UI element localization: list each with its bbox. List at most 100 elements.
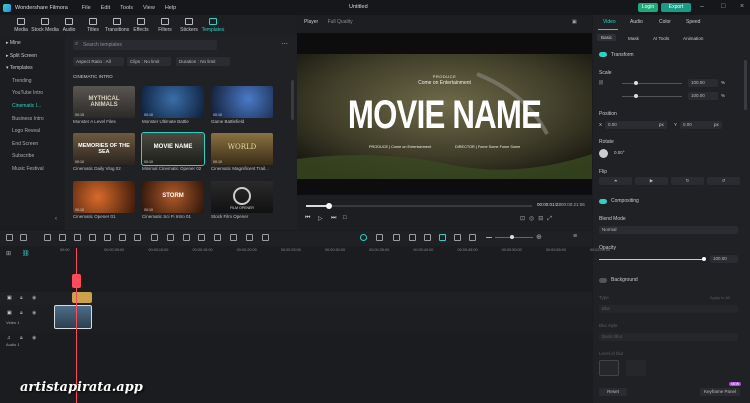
more-tools-icon[interactable] — [262, 234, 269, 241]
tool-stickers[interactable]: Stickers — [177, 15, 201, 37]
keyframe-panel-button[interactable]: Keyframe Panel — [700, 388, 740, 396]
playback-progress-bar[interactable] — [306, 203, 532, 209]
ai-tool-icon[interactable] — [439, 234, 446, 241]
tool-media[interactable]: Media — [9, 15, 33, 37]
tool-transitions[interactable]: Transitions — [105, 15, 129, 37]
flip-vertical-button[interactable]: ▶ — [635, 177, 668, 185]
scale-y-input[interactable]: 100.00 — [688, 92, 718, 100]
compositing-toggle[interactable] — [599, 199, 607, 204]
tool-templates[interactable]: Templates — [201, 15, 225, 37]
template-card[interactable]: 00:10 Game Battlefield — [211, 86, 273, 124]
timeline-ruler[interactable]: 00:00 00:00:05:00 00:00:10:00 00:00:15:00 00… — [60, 248, 610, 256]
close-icon[interactable]: × — [740, 3, 744, 10]
rotate-ccw-button[interactable]: ↺ — [707, 177, 740, 185]
inspector-scrollbar[interactable] — [744, 60, 747, 110]
redo-icon[interactable] — [59, 234, 66, 241]
stabilize-icon[interactable] — [214, 234, 221, 241]
menu-help[interactable]: Help — [165, 5, 176, 11]
lock-icon[interactable]: 🔒︎ — [20, 295, 23, 301]
player-extra-controls[interactable]: ⊡◎⊟⤢ — [520, 215, 556, 223]
sidebar-item-business-intro[interactable]: Business Intro — [0, 113, 65, 126]
sidebar-item-templates[interactable]: ▾ Templates — [0, 62, 65, 75]
more-options-icon[interactable]: ⋯ — [281, 40, 288, 48]
shield-icon[interactable] — [393, 234, 400, 241]
menu-view[interactable]: View — [143, 5, 155, 11]
sidebar-item-music-festival[interactable]: Music Festival — [0, 163, 65, 176]
link-clips-icon[interactable]: ⛓ — [22, 250, 30, 257]
eye-icon[interactable]: ◉ — [32, 310, 36, 316]
filter-aspect-ratio[interactable]: Aspect Ratio : All — [73, 57, 124, 66]
speaker-icon[interactable]: ◉ — [32, 335, 36, 341]
tab-color[interactable]: Color — [659, 19, 671, 25]
undo-icon[interactable] — [44, 234, 51, 241]
lock-icon[interactable]: 🔒︎ — [20, 310, 23, 316]
timeline-zoom-slider[interactable] — [495, 235, 533, 239]
fit-icon[interactable] — [469, 234, 476, 241]
voiceover-icon[interactable] — [424, 234, 431, 241]
playhead-handle[interactable] — [72, 274, 81, 288]
video-clip[interactable] — [54, 305, 92, 329]
sidebar-item-logo-reveal[interactable]: Logo Reveal — [0, 125, 65, 138]
flip-horizontal-button[interactable]: ⏶ — [599, 177, 632, 185]
prev-frame-icon[interactable]: ⏮ — [305, 215, 310, 222]
tool-stock-media[interactable]: Stock Media — [31, 15, 59, 37]
layout-icon[interactable] — [6, 234, 13, 241]
tool-titles[interactable]: Titles — [81, 15, 105, 37]
zoom-icon[interactable] — [151, 234, 158, 241]
crop-icon[interactable] — [104, 234, 111, 241]
subtab-basic[interactable]: Basic — [597, 34, 617, 41]
eye-icon[interactable]: ◉ — [32, 295, 36, 301]
tool-effects[interactable]: Effects — [129, 15, 153, 37]
blur-level-preset[interactable] — [626, 360, 646, 376]
template-card[interactable]: WORLD 00:10 Cinematic Magnificent Trail.… — [211, 133, 273, 171]
sidebar-item-subscribe[interactable]: Subscribe — [0, 150, 65, 163]
zoom-in-icon[interactable]: ⊕ — [536, 233, 542, 241]
color-icon[interactable] — [167, 234, 174, 241]
collapse-sidebar-icon[interactable]: ‹ — [55, 216, 57, 222]
minimize-icon[interactable]: – — [700, 3, 704, 10]
ai-icon[interactable] — [246, 234, 253, 241]
sidebar-item-cinematic-intro[interactable]: Cinematic I... — [0, 100, 65, 113]
tab-speed[interactable]: Speed — [686, 19, 700, 25]
subtab-mask[interactable]: Mask — [628, 36, 639, 41]
add-track-icon[interactable] — [20, 234, 27, 241]
mic-icon[interactable] — [409, 234, 416, 241]
add-track-button-icon[interactable]: ⊞ — [6, 250, 11, 257]
filter-duration[interactable]: Duration : No limit — [176, 57, 230, 66]
template-card[interactable]: FILM OPENER Stock Film Opener — [211, 181, 273, 219]
subtab-animation[interactable]: Animation — [683, 36, 703, 41]
progress-handle[interactable] — [325, 203, 332, 209]
transform-toggle[interactable] — [599, 52, 607, 57]
login-button[interactable]: Login — [638, 3, 658, 12]
rotate-cw-button[interactable]: ↻ — [671, 177, 704, 185]
reset-button[interactable]: Reset — [599, 388, 627, 396]
library-scrollbar[interactable] — [291, 80, 294, 120]
maximize-icon[interactable]: □ — [721, 3, 725, 10]
tab-audio[interactable]: Audio — [630, 19, 643, 25]
tool-audio[interactable]: Audio — [57, 15, 81, 37]
sidebar-item-trending[interactable]: Trending — [0, 75, 65, 88]
timeline-settings-icon[interactable]: ≡ — [573, 233, 577, 240]
menu-tools[interactable]: Tools — [120, 5, 133, 11]
apply-to-all-button[interactable]: Apply to All — [710, 295, 730, 300]
sidebar-item-split-screen[interactable]: ▸ Split Screen — [0, 50, 65, 63]
render-icon[interactable] — [360, 234, 367, 241]
rotate-value[interactable]: 0.00° — [614, 150, 625, 155]
template-card[interactable]: 00:10 Monster Ultimate Battle — [142, 86, 204, 124]
filter-clips[interactable]: Clips : No limit — [127, 57, 171, 66]
rotate-icon[interactable] — [134, 234, 141, 241]
menu-edit[interactable]: Edit — [101, 5, 110, 11]
split-icon[interactable] — [89, 234, 96, 241]
template-card[interactable]: 00:10 Cinematic Opener 01 — [73, 181, 135, 219]
menu-file[interactable]: File — [82, 5, 91, 11]
template-card[interactable]: MEMORIES OF THE SEA 00:10 Cinematic Dail… — [73, 133, 135, 171]
blur-style-dropdown[interactable]: Basic Blur — [599, 333, 738, 341]
scale-x-input[interactable]: 100.00 — [688, 79, 718, 87]
marker-icon[interactable] — [454, 234, 461, 241]
template-card[interactable]: MYTHICAL ANIMALS 00:15 Monster A Level F… — [73, 86, 135, 124]
background-type-dropdown[interactable]: Blur — [599, 305, 738, 313]
search-input[interactable]: Search templates — [73, 40, 217, 50]
quality-dropdown[interactable]: Full Quality — [328, 19, 353, 25]
sidebar-item-mine[interactable]: ▸ Mine — [0, 37, 65, 50]
title-clip[interactable] — [72, 292, 92, 303]
